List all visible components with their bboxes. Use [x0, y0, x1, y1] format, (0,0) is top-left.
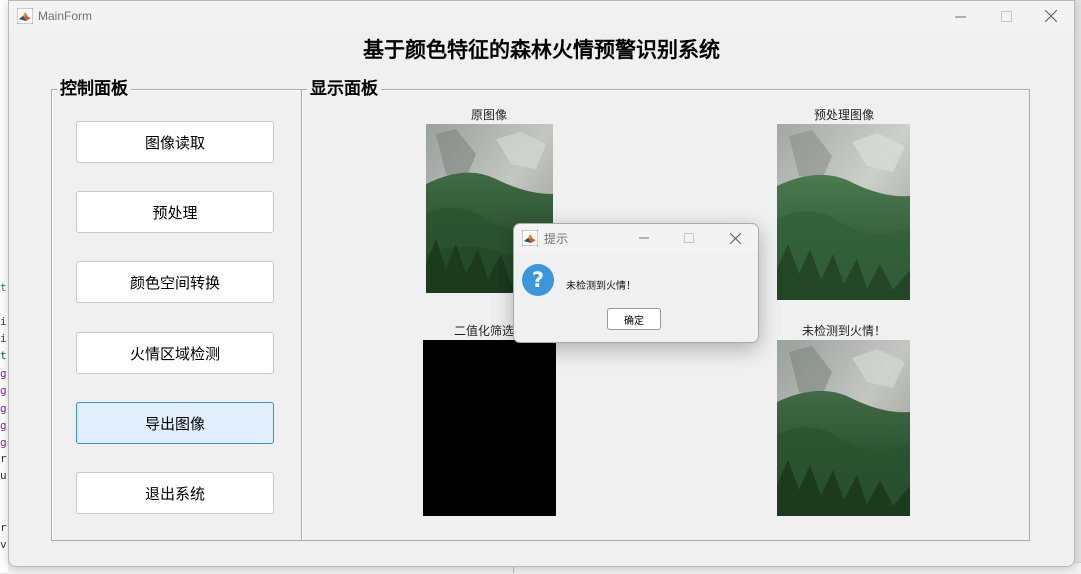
editor-char: g	[0, 402, 7, 415]
editor-char: u	[0, 469, 7, 482]
exit-system-button[interactable]: 退出系统	[76, 472, 274, 514]
fire-region-detect-button[interactable]: 火情区域检测	[76, 332, 274, 374]
minimize-icon	[639, 237, 649, 239]
result-image-caption: 未检测到火情！	[801, 324, 886, 338]
dialog-maximize-button[interactable]	[667, 224, 711, 252]
control-panel-title: 控制面板	[57, 78, 131, 100]
dialog-message: 未检测到火情！	[566, 281, 636, 292]
editor-char: t	[0, 281, 7, 294]
preprocessed-image-caption: 预处理图像	[813, 108, 874, 122]
window-title: MainForm	[38, 9, 93, 23]
maximize-button[interactable]	[983, 1, 1029, 31]
preprocess-button[interactable]: 预处理	[76, 191, 274, 233]
editor-char: r	[0, 452, 7, 465]
close-button[interactable]	[1028, 1, 1074, 31]
display-panel-title: 显示面板	[307, 78, 381, 100]
editor-char: t	[0, 349, 7, 362]
editor-char: g	[0, 384, 7, 397]
result-image	[777, 340, 910, 516]
editor-char: i	[0, 332, 7, 345]
dialog-title-bar[interactable]: 提示	[514, 224, 758, 252]
svg-text:?: ?	[532, 268, 544, 292]
editor-char: g	[0, 367, 7, 380]
control-panel: 控制面板 图像读取 预处理 颜色空间转换 火情区域检测 导出图像 退出系统	[51, 78, 302, 541]
editor-char: r	[0, 521, 7, 534]
dialog-title: 提示	[544, 232, 569, 246]
matlab-app-icon	[522, 230, 538, 246]
maximize-icon	[684, 233, 694, 243]
editor-char: i	[0, 315, 7, 328]
minimize-icon	[954, 16, 966, 17]
editor-char: v	[0, 538, 7, 551]
minimize-button[interactable]	[937, 1, 983, 31]
ok-button[interactable]: 确定	[607, 308, 661, 330]
close-icon	[1045, 10, 1057, 22]
page-title: 基于颜色特征的森林火情预警识别系统	[363, 37, 720, 62]
question-icon: ?	[522, 264, 554, 296]
editor-char: g	[0, 436, 7, 449]
original-image-caption: 原图像	[470, 108, 507, 122]
export-image-button[interactable]: 导出图像	[76, 402, 274, 444]
editor-char: g	[0, 419, 7, 432]
alert-dialog: 提示 ? 未检测到火情！ 确定	[513, 223, 759, 343]
dialog-close-button[interactable]	[713, 224, 757, 252]
title-bar[interactable]: MainForm	[9, 1, 1074, 31]
binary-image	[423, 340, 556, 516]
matlab-app-icon	[17, 8, 33, 24]
read-image-button[interactable]: 图像读取	[76, 121, 274, 163]
dialog-minimize-button[interactable]	[622, 224, 666, 252]
maximize-icon	[1000, 10, 1012, 22]
close-icon	[729, 232, 741, 244]
preprocessed-image	[777, 124, 910, 300]
color-space-convert-button[interactable]: 颜色空间转换	[76, 261, 274, 303]
